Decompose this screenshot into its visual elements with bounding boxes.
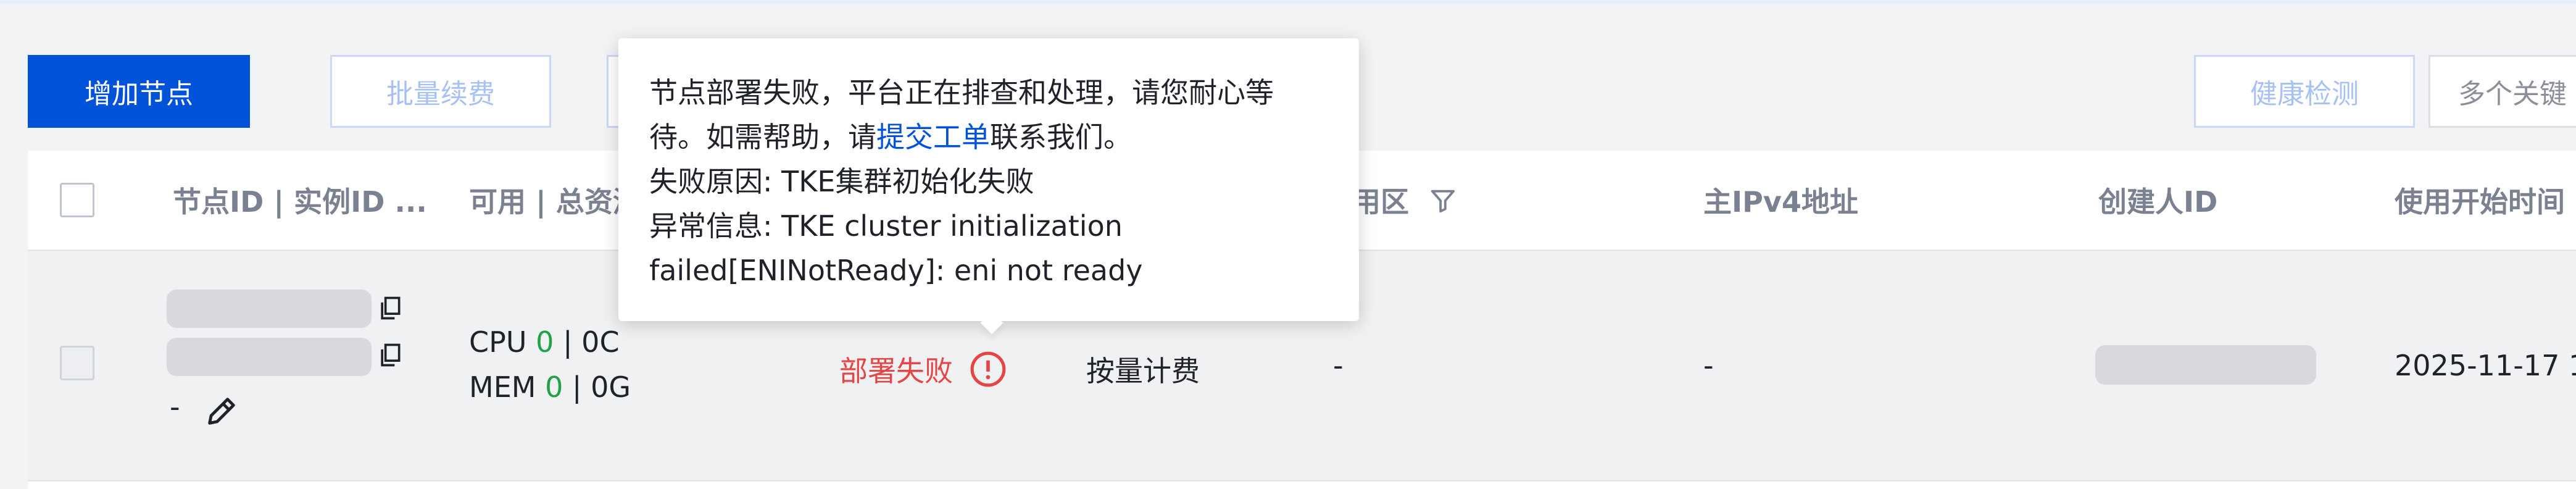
select-all-checkbox[interactable] [60, 183, 94, 217]
cpu-usage: CPU 0 | 0C [469, 325, 620, 359]
billing-mode: 按量计费 [1086, 354, 1200, 388]
edit-icon[interactable] [204, 393, 239, 429]
search-input[interactable]: 多个关键 [2429, 55, 2576, 128]
mem-usage: MEM 0 | 0G [469, 370, 631, 404]
node-status: 部署失败 [839, 354, 953, 388]
filter-icon[interactable] [1429, 186, 1457, 215]
zone-value: - [1333, 349, 1344, 382]
cpu-label: CPU [469, 325, 527, 359]
header-available-total: 可用 | 总资源 [469, 185, 641, 219]
mem-label: MEM [469, 370, 536, 404]
submit-ticket-link[interactable]: 提交工单 [876, 120, 990, 154]
creator-id-masked [2095, 345, 2316, 385]
tooltip-line-1: 节点部署失败，平台正在排查和处理，请您耐心等 [649, 76, 1274, 109]
header-creator-id: 创建人ID [2098, 185, 2218, 219]
tooltip-error-info: 异常信息: TKE cluster initialization [649, 209, 1123, 243]
warning-icon[interactable] [969, 350, 1007, 388]
ipv4-value: - [1703, 349, 1714, 382]
copy-icon[interactable] [376, 341, 404, 369]
header-node-id[interactable]: 节点ID | 实例ID ... [173, 151, 427, 249]
mem-available: 0 [545, 370, 563, 404]
cpu-total: | 0C [563, 325, 620, 359]
add-node-button[interactable]: 增加节点 [28, 55, 250, 128]
health-check-button[interactable]: 健康检测 [2194, 55, 2415, 128]
header-ipv4: 主IPv4地址 [1703, 185, 1858, 219]
batch-renew-button[interactable]: 批量续费 [330, 55, 551, 128]
instance-id-masked [167, 338, 372, 376]
tooltip-error-detail: failed[ENINotReady]: eni not ready [649, 254, 1143, 287]
node-id-masked [167, 290, 372, 328]
node-remark: - [170, 390, 180, 424]
tooltip-failure-reason: 失败原因: TKE集群初始化失败 [649, 165, 1034, 198]
start-time-value: 2025-11-17 1 [2395, 349, 2576, 382]
tooltip-line-2: 待。如需帮助，请提交工单联系我们。 [649, 115, 1328, 159]
tooltip-line-2-suffix: 联系我们。 [990, 120, 1132, 154]
header-start-time: 使用开始时间 [2395, 185, 2565, 219]
cpu-available: 0 [536, 325, 554, 359]
tooltip-line-2-prefix: 待。如需帮助，请 [649, 120, 876, 154]
row-checkbox[interactable] [60, 346, 94, 380]
copy-icon[interactable] [376, 295, 404, 322]
mem-total: | 0G [571, 370, 631, 404]
error-tooltip: 节点部署失败，平台正在排查和处理，请您耐心等 待。如需帮助，请提交工单联系我们。… [618, 38, 1359, 321]
